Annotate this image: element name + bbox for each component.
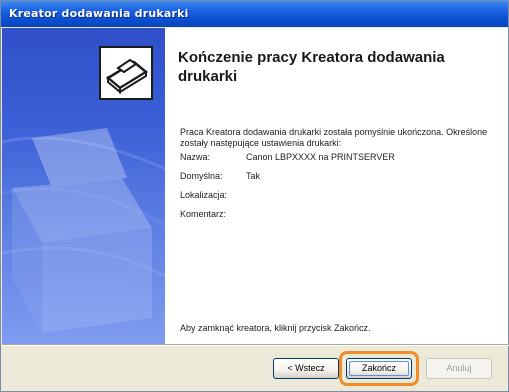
setting-label: Komentarz: (180, 209, 227, 219)
cancel-button[interactable]: Anuluj (426, 358, 492, 379)
setting-label: Domyślna: (180, 171, 223, 181)
title-bar[interactable]: Kreator dodawania drukarki (1, 1, 508, 27)
window-title: Kreator dodawania drukarki (9, 7, 189, 20)
setting-value: Canon LBPXXXX na PRINTSERVER (246, 152, 395, 162)
close-instructions: Aby zamknąć kreatora, kliknij przycisk Z… (180, 323, 371, 333)
page-title: Kończenie pracy Kreatora dodawania druka… (178, 49, 445, 85)
footer-divider (2, 344, 509, 346)
setting-row-comment: Komentarz: (180, 209, 500, 228)
setting-label: Lokalizacja: (180, 190, 228, 200)
wizard-content: Kończenie pracy Kreatora dodawania druka… (165, 28, 508, 344)
banner-graphic (2, 46, 165, 333)
setting-row-default: Domyślna: Tak (180, 171, 500, 190)
setting-row-location: Lokalizacja: (180, 190, 500, 209)
back-button[interactable]: < Wstecz (273, 358, 339, 379)
finish-button-label: Zakończ (361, 363, 396, 373)
setting-row-name: Nazwa: Canon LBPXXXX na PRINTSERVER (180, 152, 500, 171)
setting-label: Nazwa: (180, 152, 211, 162)
intro-text: Praca Kreatora dodawania drukarki został… (180, 127, 488, 148)
printer-icon (99, 46, 153, 100)
settings-list: Nazwa: Canon LBPXXXX na PRINTSERVER Domy… (180, 152, 500, 228)
setting-value: Tak (246, 171, 261, 181)
wizard-banner (2, 28, 165, 344)
wizard-window: Kreator dodawania drukarki Kończenie pra… (0, 0, 509, 392)
finish-button[interactable]: Zakończ (346, 358, 412, 379)
